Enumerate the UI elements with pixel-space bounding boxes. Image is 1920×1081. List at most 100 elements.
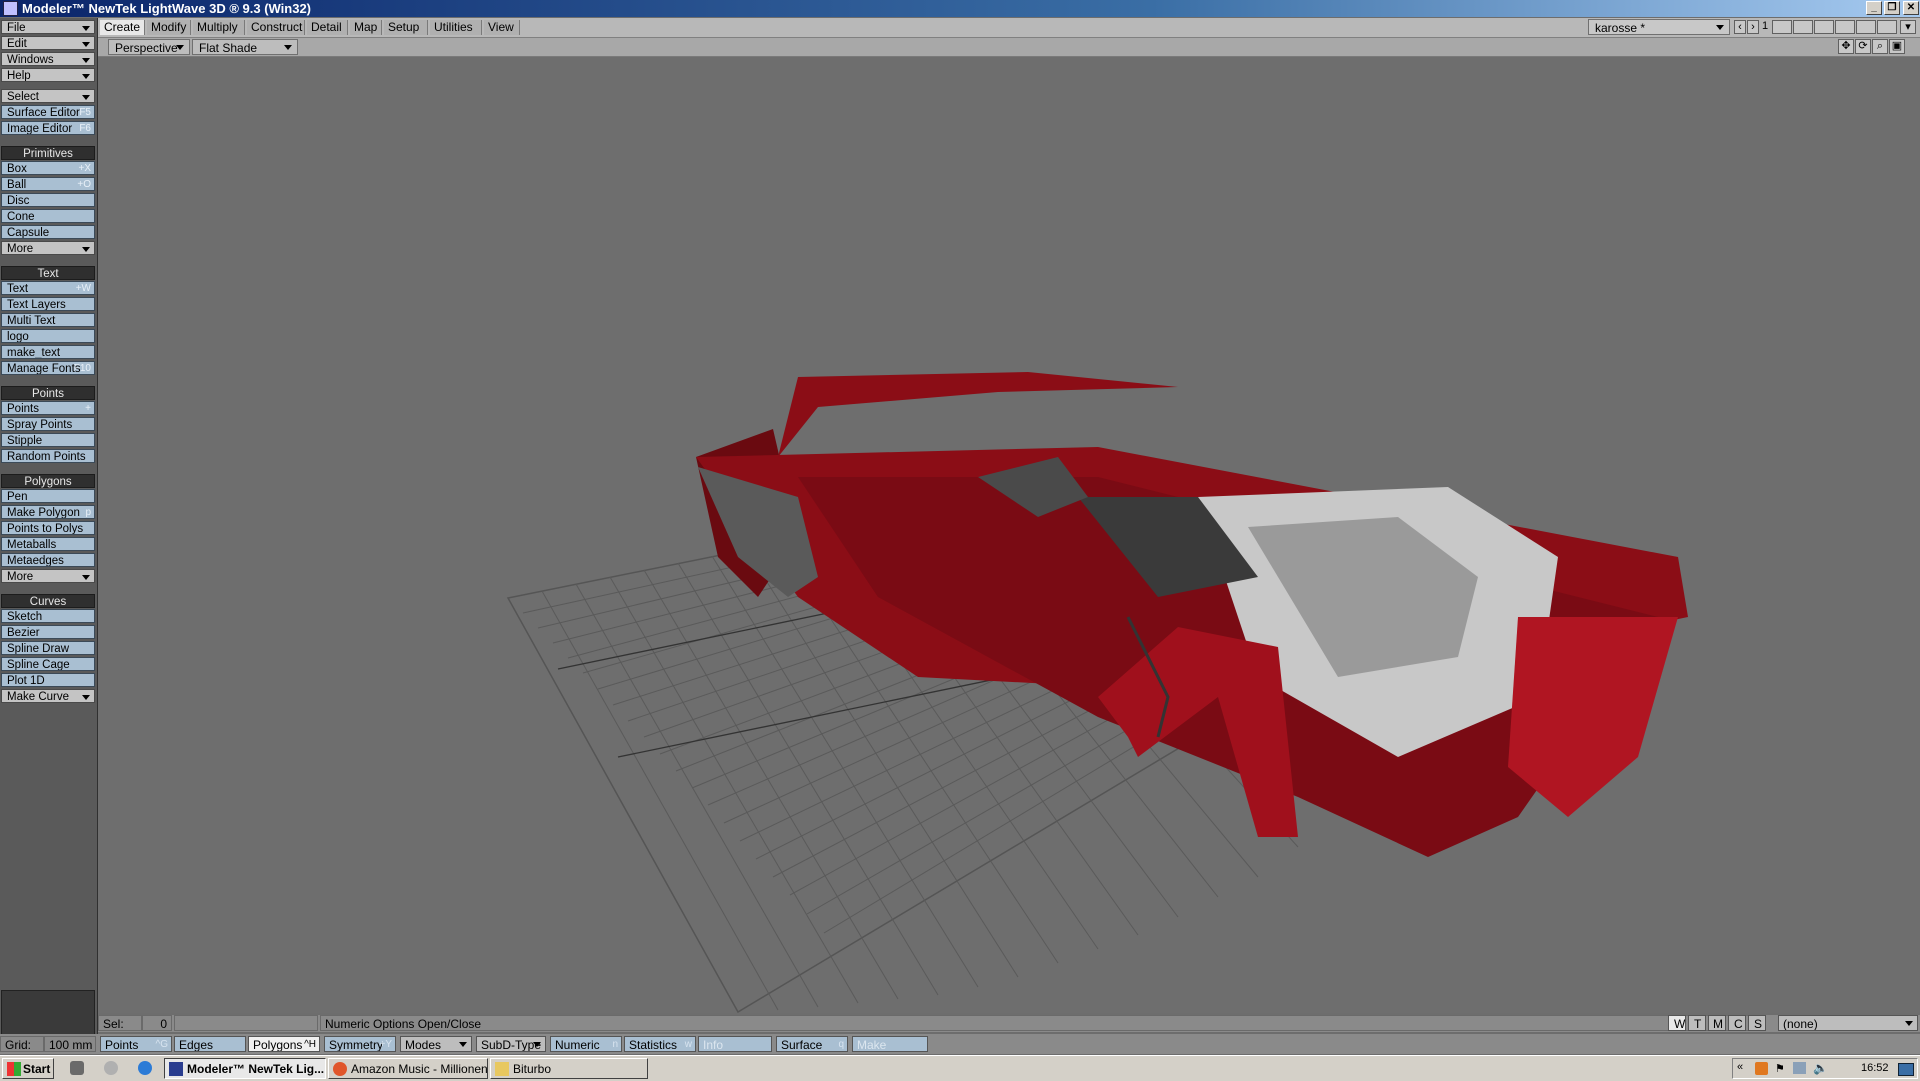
sketch-button[interactable]: Sketch xyxy=(1,609,95,623)
network-icon[interactable] xyxy=(1793,1062,1806,1074)
file-menu[interactable]: File xyxy=(1,20,95,34)
quicklaunch-browser-icon[interactable] xyxy=(138,1061,152,1075)
tab-modify[interactable]: Modify xyxy=(147,20,191,35)
restore-button[interactable]: ❐ xyxy=(1884,1,1900,15)
manage-fonts-button[interactable]: Manage Fonts F10 xyxy=(1,361,95,375)
chevron-down-icon xyxy=(82,42,90,47)
browser-icon xyxy=(333,1062,347,1076)
disc-button[interactable]: Disc xyxy=(1,193,95,207)
make-text-button[interactable]: make_text xyxy=(1,345,95,359)
speaker-icon[interactable]: 🔈 xyxy=(1813,1061,1828,1075)
cone-button[interactable]: Cone xyxy=(1,209,95,223)
task-amazon-music[interactable]: Amazon Music - Millionen ... xyxy=(328,1058,488,1079)
tab-utilities[interactable]: Utilities xyxy=(430,20,482,35)
layer-slot-3[interactable] xyxy=(1814,20,1834,34)
spline-cage-button[interactable]: Spline Cage xyxy=(1,657,95,671)
tray-app-icon[interactable] xyxy=(1755,1062,1768,1075)
tab-construct[interactable]: Construct xyxy=(247,20,305,35)
text-layers-button[interactable]: Text Layers xyxy=(1,297,95,311)
points-to-polys-button[interactable]: Points to Polys xyxy=(1,521,95,535)
tab-multiply[interactable]: Multiply xyxy=(193,20,245,35)
metaballs-button[interactable]: Metaballs xyxy=(1,537,95,551)
chevron-down-icon xyxy=(533,1042,541,1047)
subd-type-dropdown[interactable]: SubD-Type xyxy=(476,1036,546,1052)
tray-expand-icon[interactable]: « xyxy=(1737,1061,1743,1073)
windows-menu[interactable]: Windows xyxy=(1,52,95,66)
toggle-s[interactable]: S xyxy=(1748,1015,1766,1031)
polygons-more-menu[interactable]: More xyxy=(1,569,95,583)
flag-icon[interactable]: ⚑ xyxy=(1775,1062,1785,1075)
plot-1d-button[interactable]: Plot 1D xyxy=(1,673,95,687)
surface-editor-button[interactable]: Surface Editor F5 xyxy=(1,105,95,119)
show-desktop-icon[interactable] xyxy=(1898,1063,1914,1076)
tab-create[interactable]: Create xyxy=(100,20,145,35)
help-menu[interactable]: Help xyxy=(1,68,95,82)
layer-select-dropdown[interactable]: karosse * xyxy=(1588,19,1730,35)
pen-button[interactable]: Pen xyxy=(1,489,95,503)
prev-layer-icon[interactable]: ‹ xyxy=(1734,20,1746,34)
bezier-button[interactable]: Bezier xyxy=(1,625,95,639)
rotate-view-icon[interactable]: ⟳ xyxy=(1855,39,1871,54)
task-biturbo-folder[interactable]: Biturbo xyxy=(490,1058,648,1079)
toggle-c[interactable]: C xyxy=(1728,1015,1746,1031)
tab-map[interactable]: Map xyxy=(350,20,382,35)
box-button[interactable]: Box +X xyxy=(1,161,95,175)
task-lightwave-modeler[interactable]: Modeler™ NewTek Lig... xyxy=(164,1058,326,1079)
info-button[interactable]: Info xyxy=(698,1036,772,1052)
close-button[interactable]: ✕ xyxy=(1903,1,1919,15)
quicklaunch-desktop-icon[interactable] xyxy=(104,1061,118,1075)
next-layer-icon[interactable]: › xyxy=(1747,20,1759,34)
quicklaunch-explorer-icon[interactable] xyxy=(70,1061,84,1075)
tab-setup[interactable]: Setup xyxy=(384,20,428,35)
layer-slot-4[interactable] xyxy=(1835,20,1855,34)
start-button[interactable]: Start xyxy=(2,1058,54,1079)
spline-draw-button[interactable]: Spline Draw xyxy=(1,641,95,655)
select-menu[interactable]: Select xyxy=(1,89,95,103)
metaedges-button[interactable]: Metaedges xyxy=(1,553,95,567)
image-editor-button[interactable]: Image Editor F6 xyxy=(1,121,95,135)
edit-menu[interactable]: Edit xyxy=(1,36,95,50)
move-view-icon[interactable]: ✥ xyxy=(1838,39,1854,54)
numeric-button[interactable]: Numeric n xyxy=(550,1036,622,1052)
random-points-button[interactable]: Random Points xyxy=(1,449,95,463)
shading-dropdown[interactable]: Flat Shade xyxy=(192,39,298,55)
make-polygon-button[interactable]: Make Polygon p xyxy=(1,505,95,519)
primitives-more-menu[interactable]: More xyxy=(1,241,95,255)
layer-menu-icon[interactable]: ▾ xyxy=(1900,20,1916,34)
sel-label: Sel: xyxy=(98,1015,142,1031)
layer-slot-5[interactable] xyxy=(1856,20,1876,34)
symmetry-button[interactable]: Symmetry +Y xyxy=(324,1036,396,1052)
spray-points-button[interactable]: Spray Points xyxy=(1,417,95,431)
polygons-mode-button[interactable]: Polygons ^H xyxy=(248,1036,320,1052)
capsule-button[interactable]: Capsule xyxy=(1,225,95,239)
toggle-w[interactable]: W xyxy=(1668,1015,1686,1031)
layer-slot-6[interactable] xyxy=(1877,20,1897,34)
chevron-down-icon xyxy=(82,95,90,100)
make-button[interactable]: Make xyxy=(852,1036,928,1052)
toggle-m[interactable]: M xyxy=(1708,1015,1726,1031)
tab-detail[interactable]: Detail xyxy=(307,20,348,35)
modes-dropdown[interactable]: Modes xyxy=(400,1036,472,1052)
stipple-button[interactable]: Stipple xyxy=(1,433,95,447)
points-button[interactable]: Points + xyxy=(1,401,95,415)
edges-mode-button[interactable]: Edges xyxy=(174,1036,246,1052)
points-mode-button[interactable]: Points ^G xyxy=(100,1036,172,1052)
perspective-viewport[interactable] xyxy=(98,57,1920,1013)
ball-button[interactable]: Ball +O xyxy=(1,177,95,191)
status-spacer xyxy=(174,1015,318,1031)
minimize-button[interactable]: _ xyxy=(1866,1,1882,15)
vmap-dropdown[interactable]: (none) xyxy=(1778,1015,1918,1031)
multi-text-button[interactable]: Multi Text xyxy=(1,313,95,327)
zoom-view-icon[interactable]: ⌕ xyxy=(1872,39,1888,54)
toggle-t[interactable]: T xyxy=(1688,1015,1706,1031)
statistics-button[interactable]: Statistics w xyxy=(624,1036,696,1052)
text-button[interactable]: Text +W xyxy=(1,281,95,295)
layer-slot-2[interactable] xyxy=(1793,20,1813,34)
make-curve-menu[interactable]: Make Curve xyxy=(1,689,95,703)
layer-slot-1[interactable] xyxy=(1772,20,1792,34)
logo-button[interactable]: logo xyxy=(1,329,95,343)
view-mode-dropdown[interactable]: Perspective xyxy=(108,39,190,55)
surface-button[interactable]: Surface q xyxy=(776,1036,848,1052)
tab-view[interactable]: View xyxy=(484,20,520,35)
maximize-view-icon[interactable]: ▣ xyxy=(1889,39,1905,54)
